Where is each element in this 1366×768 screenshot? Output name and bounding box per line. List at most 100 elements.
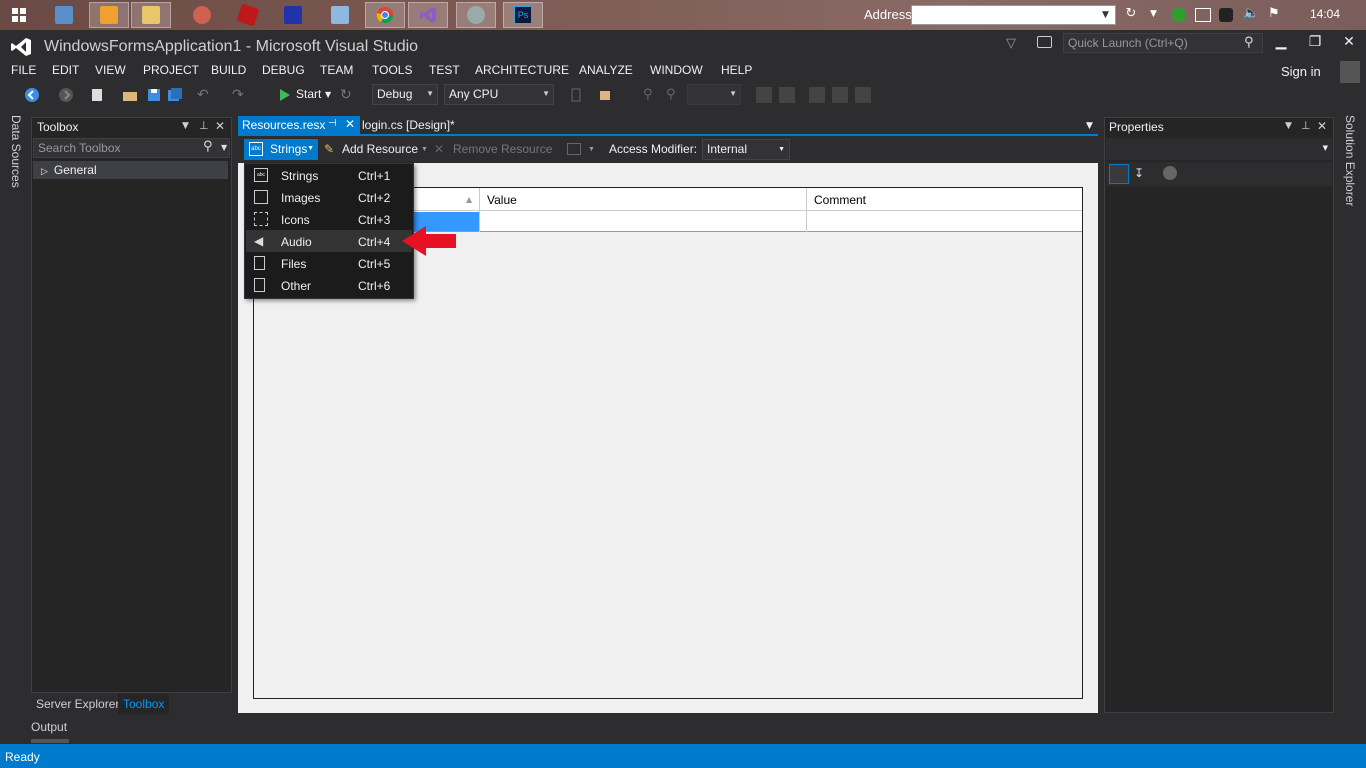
menu-item-files[interactable]: Files Ctrl+5 <box>246 252 412 274</box>
network-status-icon[interactable] <box>1172 8 1186 22</box>
find-in-files-icon[interactable] <box>598 87 614 103</box>
menu-build[interactable]: BUILD <box>211 63 246 77</box>
start-button-label[interactable]: Start <box>296 87 321 101</box>
photoshop-icon[interactable]: Ps <box>503 2 543 28</box>
feedback-icon[interactable] <box>1037 36 1052 48</box>
menu-test[interactable]: TEST <box>429 63 460 77</box>
close-icon[interactable]: ✕ <box>215 119 225 133</box>
back-icon[interactable] <box>24 87 40 103</box>
pin-icon[interactable]: ⊥ <box>199 119 209 132</box>
minimize-button[interactable]: ▁ <box>1266 34 1296 54</box>
book-app-icon[interactable] <box>273 2 313 28</box>
clock[interactable]: 14:04 <box>1310 7 1340 21</box>
action-center-flag-icon[interactable]: ⚑ <box>1268 6 1280 21</box>
zoom-in-icon[interactable]: ⚲ <box>643 87 659 103</box>
menu-debug[interactable]: DEBUG <box>262 63 305 77</box>
save-all-icon[interactable] <box>167 87 183 103</box>
open-folder-icon[interactable] <box>122 87 138 103</box>
account-icon[interactable] <box>1340 61 1360 83</box>
pin-icon[interactable]: ⊣ <box>328 118 337 129</box>
output-tab[interactable]: Output <box>31 720 67 734</box>
quick-launch-input[interactable]: Quick Launch (Ctrl+Q) <box>1063 33 1263 53</box>
redo-icon[interactable]: ↷ <box>232 87 248 103</box>
resource-type-dropdown[interactable]: abc Strings ▼ <box>244 139 318 160</box>
tab-server-explorer[interactable]: Server Explorer <box>31 694 124 714</box>
sort-ascending-icon[interactable]: ▲ <box>466 195 472 204</box>
menu-view[interactable]: VIEW <box>95 63 126 77</box>
chevron-down-icon[interactable]: ▼ <box>1102 10 1109 20</box>
menu-file[interactable]: FILE <box>11 63 36 77</box>
refresh-icon[interactable]: ↻ <box>1121 6 1141 24</box>
menu-analyze[interactable]: ANALYZE <box>579 63 633 77</box>
menu-team[interactable]: TEAM <box>320 63 353 77</box>
zoom-select[interactable]: ▼ <box>687 84 741 105</box>
toolbox-search-input[interactable]: Search Toolbox <box>33 138 230 158</box>
layout-icon[interactable] <box>855 87 871 103</box>
tray-app-icon[interactable] <box>1219 8 1233 22</box>
chevron-down-icon[interactable]: ▼ <box>182 121 189 131</box>
forward-icon[interactable] <box>58 87 74 103</box>
properties-object-select[interactable]: ▼ <box>1106 138 1332 160</box>
menu-edit[interactable]: EDIT <box>52 63 79 77</box>
remove-icon[interactable]: ✕ <box>434 142 444 156</box>
pin-icon[interactable]: ⊥ <box>1301 119 1311 132</box>
close-icon[interactable]: ✕ <box>345 117 355 131</box>
chevron-down-icon[interactable]: ▼ <box>1086 121 1093 131</box>
windows-start-icon[interactable] <box>0 2 38 28</box>
sign-in-link[interactable]: Sign in <box>1281 64 1321 79</box>
chevron-down-icon[interactable]: ▼ <box>1285 121 1292 131</box>
refresh-icon[interactable]: ↻ <box>340 87 356 103</box>
categorized-icon[interactable] <box>1109 164 1129 184</box>
restore-button[interactable]: ❐ <box>1300 34 1330 54</box>
app-game-icon[interactable] <box>456 2 496 28</box>
layout-icon[interactable] <box>832 87 848 103</box>
paint-icon[interactable] <box>182 2 222 28</box>
tab-toolbox[interactable]: Toolbox <box>118 694 170 714</box>
menu-item-icons[interactable]: Icons Ctrl+3 <box>246 208 412 230</box>
close-icon[interactable]: ✕ <box>1317 119 1327 133</box>
save-icon[interactable] <box>146 87 162 103</box>
alphabetical-icon[interactable]: ↧ <box>1134 166 1144 180</box>
menu-item-strings[interactable]: abc Strings Ctrl+1 <box>246 164 412 186</box>
menu-window[interactable]: WINDOW <box>650 63 703 77</box>
chevron-down-icon[interactable]: ▼ <box>1150 9 1157 19</box>
layout-icon[interactable] <box>779 87 795 103</box>
add-resource-icon[interactable]: ✎ <box>324 142 334 156</box>
menu-architecture[interactable]: ARCHITECTURE <box>475 63 569 77</box>
start-icon[interactable] <box>277 87 293 103</box>
access-modifier-select[interactable]: Internal ▼ <box>702 139 790 160</box>
media-player-icon[interactable] <box>89 2 129 28</box>
column-header-comment[interactable]: Comment <box>814 193 866 207</box>
menu-item-audio[interactable]: ◀ Audio Ctrl+4 <box>246 230 412 252</box>
app-red-icon[interactable] <box>228 2 268 28</box>
search-icon[interactable]: ⚲ <box>203 139 213 154</box>
remove-resource-button[interactable]: Remove Resource <box>453 142 552 156</box>
chevron-down-icon[interactable]: ▼ <box>221 143 227 152</box>
menu-item-other[interactable]: Other Ctrl+6 <box>246 274 412 296</box>
chevron-down-icon[interactable]: ▼ <box>325 90 331 99</box>
remote-desktop-icon[interactable] <box>44 2 84 28</box>
layout-icon[interactable] <box>756 87 772 103</box>
zoom-out-icon[interactable]: ⚲ <box>666 87 682 103</box>
close-button[interactable]: ✕ <box>1334 34 1364 54</box>
menu-tools[interactable]: TOOLS <box>372 63 412 77</box>
undo-icon[interactable]: ↶ <box>197 87 213 103</box>
notification-filter-icon[interactable]: ▽ <box>1006 36 1016 51</box>
column-header-value[interactable]: Value <box>487 193 517 207</box>
tab-resources-resx[interactable]: Resources.resx ⊣ ✕ <box>238 116 360 135</box>
address-input[interactable] <box>911 5 1116 25</box>
property-pages-icon[interactable] <box>1163 166 1177 180</box>
menu-project[interactable]: PROJECT <box>143 63 199 77</box>
solution-configuration-select[interactable]: Debug ▼ <box>372 84 438 105</box>
chevron-down-icon[interactable]: ▼ <box>421 146 428 153</box>
solution-platform-select[interactable]: Any CPU ▼ <box>444 84 554 105</box>
tab-login-design[interactable]: login.cs [Design]* <box>362 118 455 132</box>
solution-explorer-tab[interactable]: Solution Explorer <box>1343 115 1357 206</box>
add-resource-button[interactable]: Add Resource <box>342 142 418 156</box>
menu-help[interactable]: HELP <box>721 63 752 77</box>
toolbox-group-general[interactable]: ▷ General <box>33 161 228 179</box>
chrome-icon[interactable] <box>365 2 405 28</box>
volume-icon[interactable]: 🔈 <box>1243 6 1259 21</box>
device-icon[interactable] <box>568 87 584 103</box>
chevron-down-icon[interactable]: ▼ <box>588 146 595 153</box>
